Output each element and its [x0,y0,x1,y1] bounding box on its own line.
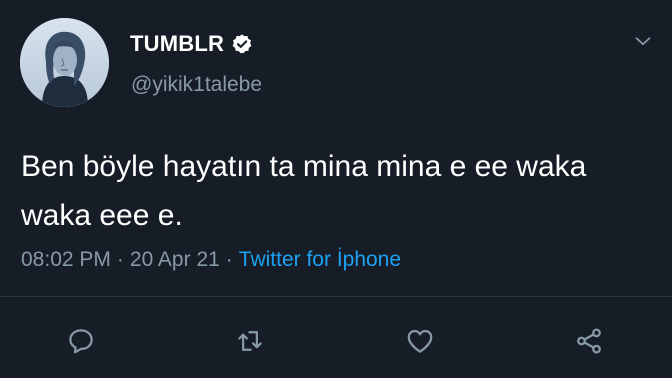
chevron-down-icon[interactable] [632,30,654,52]
tweet-card: TUMBLR @yikik1talebe Ben böyle hayatın t… [0,0,672,378]
share-button[interactable] [568,320,610,362]
divider [0,296,672,297]
tweet-date: 20 Apr 21 [129,248,220,271]
meta-separator: · [116,248,124,271]
meta-separator: · [225,248,233,271]
share-icon [577,328,601,354]
user-handle[interactable]: @yikik1talebe [131,73,262,97]
avatar[interactable] [20,18,109,107]
reply-icon [69,329,93,354]
action-bar [0,320,672,362]
retweet-button[interactable] [229,320,271,362]
tweet-time: 08:02 PM [21,248,111,271]
retweet-icon [238,331,262,351]
tweet-source-link[interactable]: Twitter for İphone [239,248,401,271]
avatar-image [20,18,109,107]
display-name[interactable]: TUMBLR [130,31,224,57]
heart-icon [407,329,433,353]
tweet-meta: 08:02 PM · 20 Apr 21 · Twitter for İphone [21,248,401,272]
tweet-text: Ben böyle hayatın ta mina mina e ee waka… [21,150,587,232]
author-row[interactable]: TUMBLR [130,29,253,59]
verified-badge-icon [231,33,253,55]
reply-button[interactable] [60,320,102,362]
like-button[interactable] [399,320,441,362]
